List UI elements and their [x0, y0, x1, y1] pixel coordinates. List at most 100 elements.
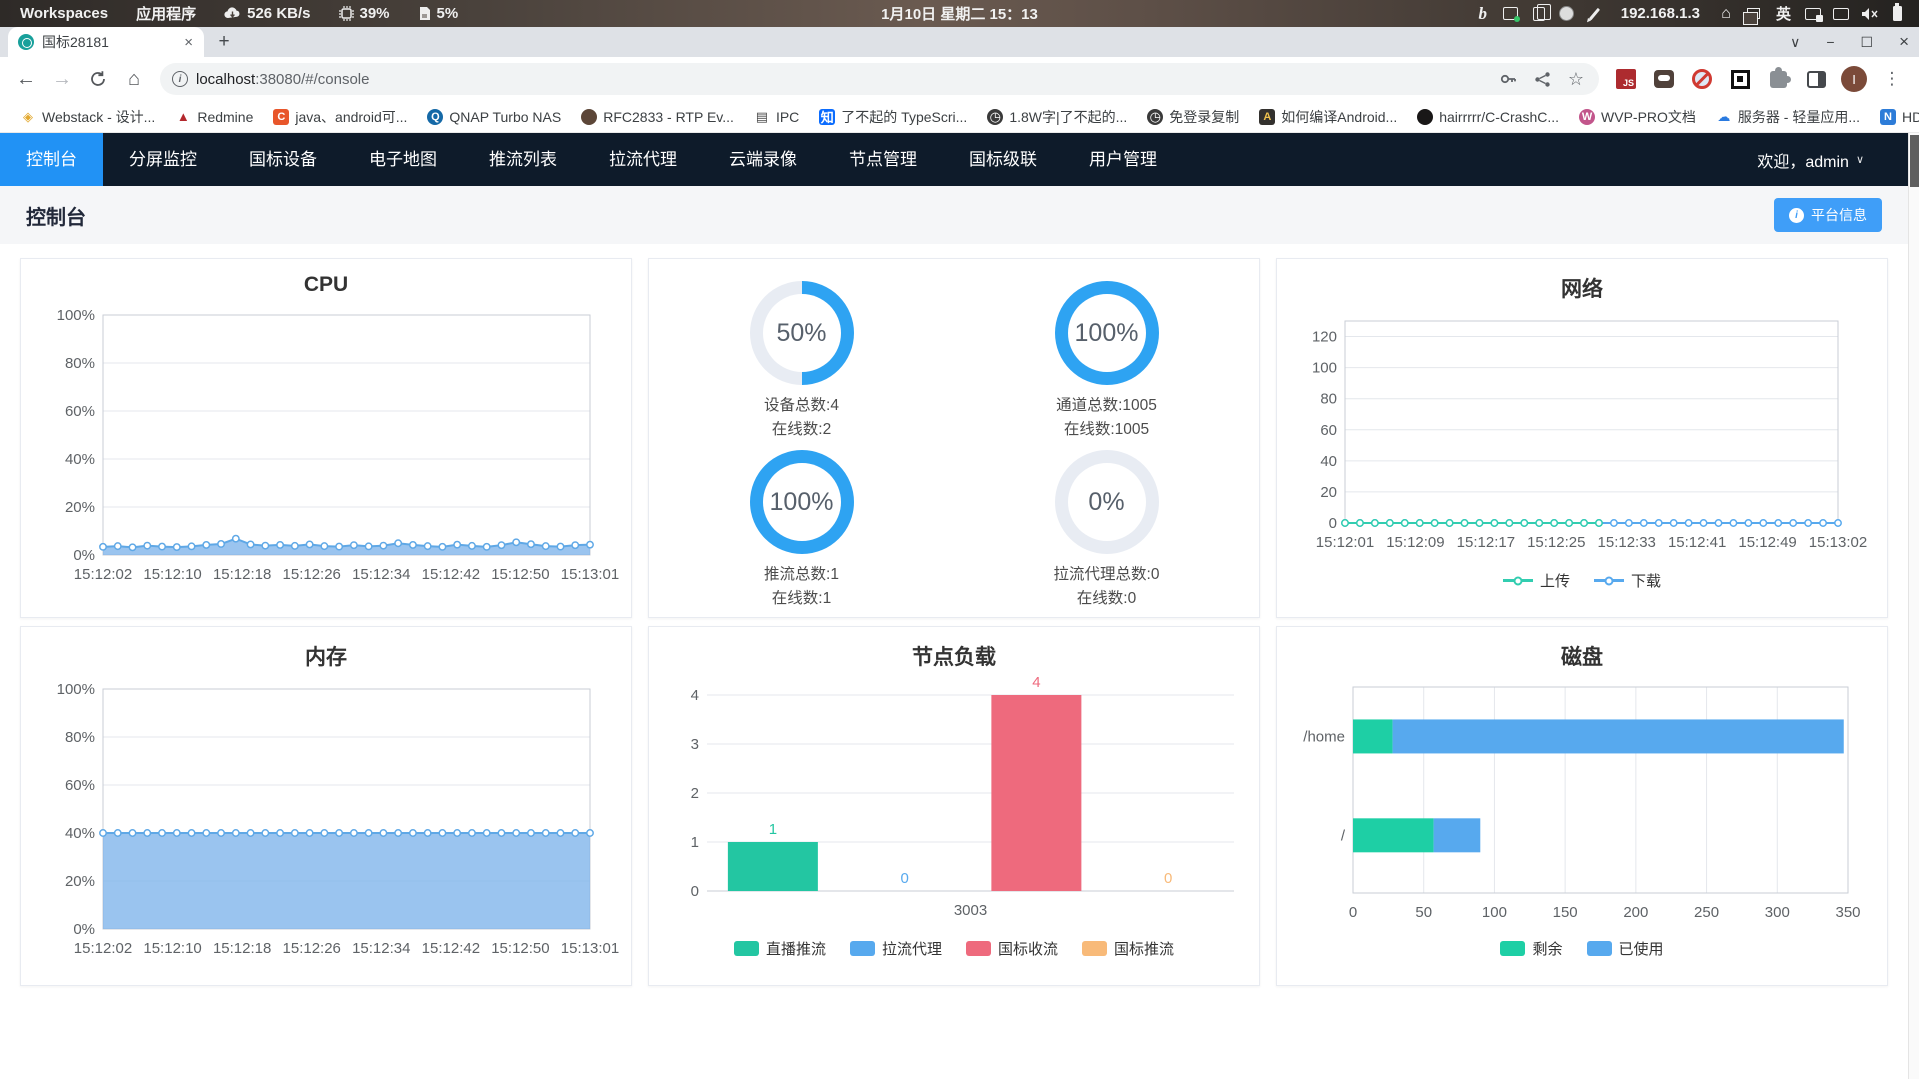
browser-tab[interactable]: 国标28181 × — [8, 27, 204, 57]
nav-tab-5[interactable]: 拉流代理 — [583, 133, 703, 186]
bookmark-item[interactable]: 知了不起的 TypeScri... — [811, 104, 975, 130]
nav-tab-8[interactable]: 国标级联 — [943, 133, 1063, 186]
bookmark-item[interactable]: hairrrrr/C-CrashC... — [1409, 106, 1567, 128]
nav-tab-4[interactable]: 推流列表 — [463, 133, 583, 186]
svg-text:15:12:33: 15:12:33 — [1598, 534, 1656, 551]
ip-address-indicator[interactable]: 192.168.1.3 — [1611, 0, 1710, 27]
nav-tab-2[interactable]: 国标设备 — [223, 133, 343, 186]
forward-button[interactable]: → — [46, 63, 78, 95]
legend-item-gb-receive[interactable]: 国标收流 — [966, 938, 1058, 959]
bookmark-item[interactable]: ▤ IPC — [746, 106, 807, 128]
nav-tab-6[interactable]: 云端录像 — [703, 133, 823, 186]
legend-item-upload[interactable]: 上传 — [1502, 570, 1570, 591]
side-panel-icon[interactable] — [1799, 62, 1833, 96]
disk-panel: 磁盘 0 50 100 150 200 250 300 350/home / 剩余 已使用 — [1276, 626, 1888, 986]
workspaces-button[interactable]: Workspaces — [10, 0, 118, 27]
nav-tab-1[interactable]: 分屏监控 — [103, 133, 223, 186]
window-minimize-button[interactable]: − — [1826, 34, 1834, 50]
applications-menu[interactable]: 应用程序 — [126, 0, 206, 27]
bookmark-star-icon[interactable]: ☆ — [1563, 66, 1589, 92]
back-button[interactable]: ← — [10, 63, 42, 95]
bing-tray-icon[interactable]: b — [1471, 0, 1495, 27]
extension-mask-icon[interactable] — [1647, 62, 1681, 96]
extension-screenreader-icon[interactable] — [1723, 62, 1757, 96]
bookmark-item[interactable]: ▲ Redmine — [167, 106, 261, 128]
password-key-icon[interactable] — [1495, 66, 1521, 92]
nav-tab-0[interactable]: 控制台 — [0, 133, 103, 186]
extension-blocker-icon[interactable] — [1685, 62, 1719, 96]
site-info-icon[interactable]: i — [172, 71, 188, 87]
svg-text:20%: 20% — [65, 873, 95, 890]
bookmark-label: 如何编译Android... — [1281, 108, 1398, 125]
reload-button[interactable] — [82, 63, 114, 95]
legend-item-live-push[interactable]: 直播推流 — [733, 938, 826, 959]
bookmark-item[interactable]: ◷ 免登录复制 — [1139, 104, 1247, 130]
battery-icon — [1892, 3, 1902, 21]
legend-item-gb-push[interactable]: 国标推流 — [1082, 938, 1174, 959]
extension-js-icon[interactable]: JS — [1609, 62, 1643, 96]
svg-text:1: 1 — [769, 821, 777, 838]
bookmark-item[interactable]: N HDAtmos :: 种子 *... — [1872, 104, 1919, 130]
network-speed-indicator[interactable]: 526 KB/s — [214, 0, 320, 27]
nav-tab-9[interactable]: 用户管理 — [1063, 133, 1183, 186]
device-gauge-ring: 50% — [749, 281, 854, 385]
bookmark-item[interactable]: ◷ 1.8W字|了不起的... — [979, 104, 1135, 130]
volume-muted-tray-icon[interactable] — [1857, 0, 1881, 27]
nav-tab-3[interactable]: 电子地图 — [343, 133, 463, 186]
page-scrollbar[interactable] — [1908, 133, 1919, 1079]
ime-indicator[interactable]: 英 — [1770, 0, 1797, 27]
bookmark-item[interactable]: W WVP-PRO文档 — [1571, 104, 1704, 130]
profile-avatar[interactable]: I — [1837, 62, 1871, 96]
share-icon[interactable] — [1529, 66, 1555, 92]
bookmark-favicon-icon: ◷ — [1147, 108, 1164, 125]
bookmark-item[interactable]: Cjava、android可... — [265, 104, 415, 130]
screenshot-tray-icon[interactable] — [1499, 0, 1523, 27]
disk-chart: 0 50 100 150 200 250 300 350/home / — [1303, 686, 1861, 921]
proxy-online-label: 在线数:0 — [1076, 590, 1137, 608]
channel-online-label: 在线数:1005 — [1063, 421, 1150, 439]
clipboard-tray-icon[interactable] — [1527, 0, 1551, 27]
network-chart-title: 网络 — [1561, 278, 1603, 301]
keyboard-tray-icon[interactable] — [1801, 0, 1825, 27]
bookmark-item[interactable]: RFC2833 - RTP Ev... — [573, 106, 742, 128]
display-tray-icon[interactable] — [1829, 0, 1853, 27]
screenshot-icon — [1503, 7, 1521, 22]
recorder-tray-icon[interactable] — [1555, 0, 1579, 27]
new-tab-button[interactable]: + — [210, 28, 238, 56]
device-gauge: 50% 设备总数:4 在线数:2 — [649, 273, 954, 442]
cpu-panel: CPU 0% 20% 40% 60% 80% 100% 15:12:02 15:12:10 15… — [20, 258, 632, 618]
legend-item-pull-proxy[interactable]: 拉流代理 — [849, 938, 942, 959]
extensions-puzzle-icon[interactable] — [1761, 62, 1795, 96]
bookmark-item[interactable]: Q QNAP Turbo NAS — [419, 106, 569, 128]
home-button[interactable]: ⌂ — [118, 63, 150, 95]
legend-item-free[interactable]: 剩余 — [1500, 938, 1563, 959]
scrollbar-thumb[interactable] — [1910, 135, 1919, 187]
gb-receive-legend-label: 国标收流 — [998, 941, 1059, 958]
legend-item-download[interactable]: 下载 — [1594, 570, 1661, 591]
bookmark-label: RFC2833 - RTP Ev... — [603, 108, 734, 125]
pen-tray-icon[interactable] — [1583, 0, 1607, 27]
tab-search-chevron-icon[interactable]: ∨ — [1790, 34, 1800, 51]
nav-tab-7[interactable]: 节点管理 — [823, 133, 943, 186]
url-text[interactable]: localhost:38080/#/console — [196, 71, 1487, 88]
windows-tray-icon[interactable] — [1742, 0, 1766, 27]
svg-text:100: 100 — [1312, 360, 1337, 377]
window-close-button[interactable]: × — [1899, 32, 1909, 52]
legend-item-used[interactable]: 已使用 — [1586, 938, 1664, 959]
battery-tray-icon[interactable] — [1885, 0, 1909, 27]
clock-menu[interactable]: 1月10日 星期二 15：13 — [881, 3, 1038, 24]
user-menu[interactable]: 欢迎，admin ∨ — [1757, 148, 1908, 172]
cpu-usage-indicator[interactable]: 39% — [329, 0, 400, 27]
bookmark-item[interactable]: ☁ 服务器 - 轻量应用... — [1708, 104, 1868, 130]
memory-usage-indicator[interactable]: 5% — [408, 0, 469, 27]
bookmark-item[interactable]: A 如何编译Android... — [1251, 104, 1405, 130]
window-maximize-button[interactable]: ☐ — [1861, 34, 1874, 51]
info-icon: i — [1789, 207, 1804, 223]
bookmark-item[interactable]: ◈ Webstack - 设计... — [12, 104, 163, 130]
used-swatch-icon — [1586, 941, 1612, 956]
tab-close-icon[interactable]: × — [181, 34, 196, 51]
browser-menu-button[interactable]: ⋮ — [1875, 62, 1909, 96]
address-bar[interactable]: i localhost:38080/#/console ☆ — [160, 63, 1599, 95]
home-tray-icon[interactable]: ⌂ — [1714, 0, 1738, 27]
platform-info-button[interactable]: i 平台信息 — [1774, 198, 1882, 232]
